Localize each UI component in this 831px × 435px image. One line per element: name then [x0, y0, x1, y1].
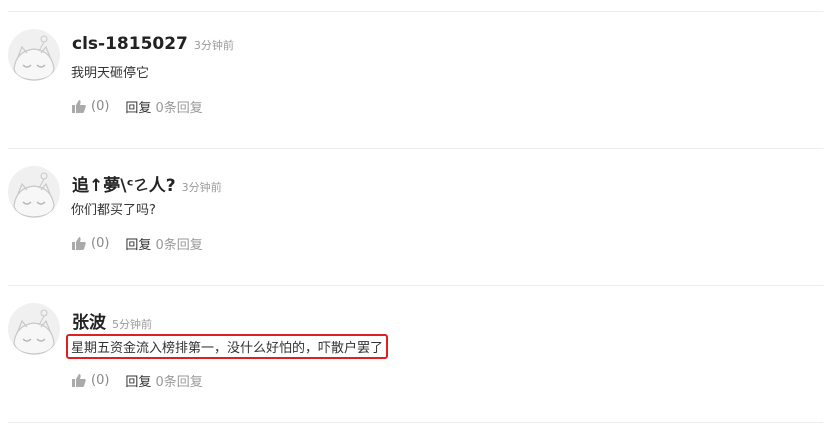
comment-item: 张波 5分钟前 星期五资金流入榜排第一，没什么好怕的，吓散户罢了 (0) 回复 0… — [0, 285, 831, 422]
reply-count[interactable]: 0条回复 — [155, 234, 202, 253]
username-text[interactable]: 追↑夢\ᶜ☡人? — [72, 176, 176, 196]
cat-avatar-icon — [13, 35, 55, 81]
like-count[interactable]: (0) — [91, 236, 109, 251]
timestamp: 3分钟前 — [181, 181, 222, 194]
divider — [8, 422, 823, 423]
comment-actions: (0) 回复 0条回复 — [72, 97, 203, 116]
reply-button[interactable]: 回复 — [125, 97, 151, 116]
avatar[interactable] — [8, 303, 60, 355]
timestamp: 3分钟前 — [193, 39, 234, 52]
comment-text: 我明天砸停它 — [71, 66, 150, 81]
avatar[interactable] — [8, 166, 60, 218]
thumbs-up-icon[interactable] — [72, 237, 86, 250]
comment-item: 追↑夢\ᶜ☡人? 3分钟前 你们都买了吗? (0) 回复 0条回复 — [0, 148, 831, 285]
comment-actions: (0) 回复 0条回复 — [72, 371, 203, 390]
reply-count[interactable]: 0条回复 — [155, 371, 202, 390]
cat-avatar-icon — [13, 172, 55, 218]
thumbs-up-icon[interactable] — [72, 374, 86, 387]
cat-avatar-icon — [13, 309, 55, 355]
comment-item: cls-1815027 3分钟前 我明天砸停它 (0) 回复 0条回复 — [0, 11, 831, 148]
username-text[interactable]: 张波 — [72, 313, 106, 333]
thumbs-up-icon[interactable] — [72, 100, 86, 113]
reply-button[interactable]: 回复 — [125, 234, 151, 253]
comment-text-highlighted: 星期五资金流入榜排第一，没什么好怕的，吓散户罢了 — [66, 334, 389, 359]
username[interactable]: cls-1815027 3分钟前 — [72, 34, 234, 54]
like-count[interactable]: (0) — [91, 99, 109, 114]
timestamp: 5分钟前 — [112, 318, 152, 331]
username[interactable]: 追↑夢\ᶜ☡人? 3分钟前 — [72, 171, 222, 196]
comment-actions: (0) 回复 0条回复 — [72, 234, 203, 253]
comment-text: 你们都买了吗? — [71, 203, 156, 218]
avatar[interactable] — [8, 29, 60, 81]
reply-count[interactable]: 0条回复 — [155, 97, 202, 116]
username[interactable]: 张波 5分钟前 — [72, 308, 152, 333]
like-count[interactable]: (0) — [91, 373, 109, 388]
username-text[interactable]: cls-1815027 — [72, 34, 188, 54]
reply-button[interactable]: 回复 — [125, 371, 151, 390]
